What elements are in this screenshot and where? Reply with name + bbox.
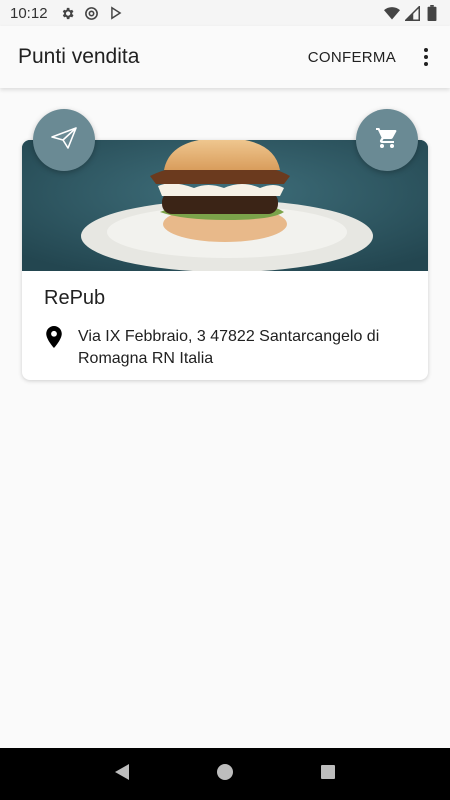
back-triangle-icon	[114, 763, 130, 786]
back-button[interactable]	[102, 754, 142, 794]
home-button[interactable]	[205, 754, 245, 794]
at-sign-icon	[84, 5, 100, 21]
confirm-button[interactable]: CONFERMA	[308, 49, 396, 66]
cart-button[interactable]	[356, 109, 418, 171]
paper-plane-icon	[51, 126, 77, 155]
shopping-cart-icon	[375, 126, 399, 155]
page-title: Punti vendita	[18, 45, 140, 68]
status-time: 10:12	[10, 4, 48, 22]
home-circle-icon	[216, 763, 234, 786]
location-pin-icon	[46, 326, 62, 353]
status-bar: 10:12	[0, 0, 450, 26]
battery-icon	[424, 5, 440, 21]
store-info: RePub Via IX Febbraio, 3 47822 Santarcan…	[22, 271, 428, 380]
signal-icon	[404, 5, 420, 21]
address-row: Via IX Febbraio, 3 47822 Santarcangelo d…	[46, 326, 416, 370]
wifi-icon	[384, 5, 400, 21]
recents-button[interactable]	[308, 754, 348, 794]
play-store-icon	[108, 5, 124, 21]
system-nav-bar	[0, 748, 450, 800]
send-button[interactable]	[33, 109, 95, 171]
recents-square-icon	[320, 764, 336, 785]
store-address: Via IX Febbraio, 3 47822 Santarcangelo d…	[78, 328, 380, 367]
more-vert-icon[interactable]	[416, 45, 436, 69]
store-card[interactable]: RePub Via IX Febbraio, 3 47822 Santarcan…	[22, 140, 428, 380]
settings-icon	[60, 5, 76, 21]
store-name: RePub	[44, 287, 106, 309]
app-bar: Punti vendita CONFERMA	[0, 26, 450, 88]
